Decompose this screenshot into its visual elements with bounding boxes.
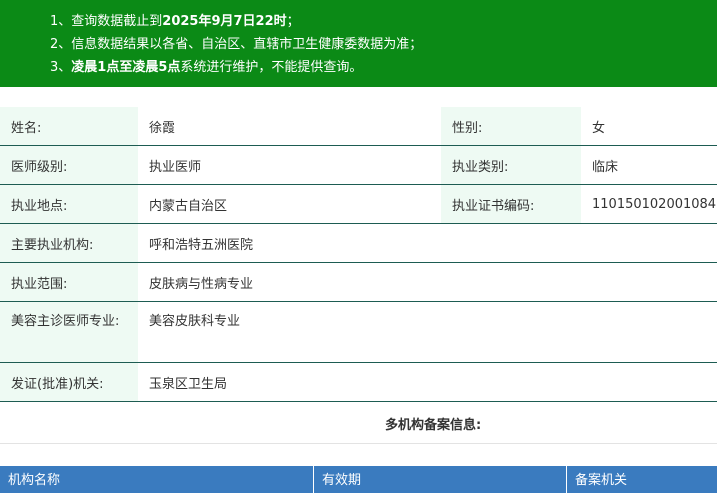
notice-line-3-time: 凌晨1点至凌晨5点	[71, 60, 181, 75]
scope-value: 皮肤病与性病专业	[138, 263, 717, 301]
notice-banner: 1、查询数据截止到2025年9月7日22时； 2、信息数据结果以各省、自治区、直…	[0, 0, 717, 87]
cert-label: 执业证书编码:	[441, 185, 581, 223]
name-label: 姓名:	[0, 107, 138, 145]
column-header-registry-authority: 备案机关	[575, 473, 628, 488]
issuer-label: 发证(批准)机关:	[0, 363, 138, 401]
notice-line-1-date: 2025年9月7日22时	[162, 14, 287, 29]
location-label: 执业地点:	[0, 185, 138, 223]
notice-line-3: 3、凌晨1点至凌晨5点系统进行维护，不能提供查询。	[50, 56, 717, 79]
row-level-category: 医师级别: 执业医师 执业类别: 临床	[0, 146, 717, 185]
category-value: 临床	[581, 146, 717, 184]
column-header-org-name: 机构名称	[0, 466, 314, 493]
notice-line-3-suffix: 系统进行维护，不能提供查询。	[180, 60, 363, 75]
doctor-info-table: 姓名: 徐霞 性别: 女 医师级别: 执业医师 执业类别: 临床 执业地点: 内…	[0, 107, 717, 402]
cosmetic-value: 美容皮肤科专业	[138, 302, 717, 362]
row-location-cert: 执业地点: 内蒙古自治区 执业证书编码: 110150102001084	[0, 185, 717, 224]
row-org: 主要执业机构: 呼和浩特五洲医院	[0, 224, 717, 263]
gender-label: 性别:	[441, 107, 581, 145]
location-value: 内蒙古自治区	[138, 185, 441, 223]
row-cosmetic: 美容主诊医师专业: 美容皮肤科专业	[0, 302, 717, 363]
category-label: 执业类别:	[441, 146, 581, 184]
scope-label: 执业范围:	[0, 263, 138, 301]
notice-line-2: 2、信息数据结果以各省、自治区、直辖市卫生健康委数据为准；	[50, 37, 423, 52]
column-header-validity: 有效期	[314, 466, 567, 493]
level-value: 执业医师	[138, 146, 441, 184]
cert-value: 110150102001084	[581, 185, 717, 223]
multi-org-title-row: 多机构备案信息:	[0, 402, 717, 444]
notice-line-1-prefix: 1、查询数据截止到	[50, 14, 163, 29]
multi-org-table-header: 机构名称 有效期 备案机关	[0, 466, 717, 493]
gender-value: 女	[581, 107, 717, 145]
cosmetic-label: 美容主诊医师专业:	[0, 302, 138, 362]
name-value: 徐霞	[138, 107, 441, 145]
level-label: 医师级别:	[0, 146, 138, 184]
issuer-value: 玉泉区卫生局	[138, 363, 717, 401]
org-label: 主要执业机构:	[0, 224, 138, 262]
row-issuer: 发证(批准)机关: 玉泉区卫生局	[0, 363, 717, 402]
row-scope: 执业范围: 皮肤病与性病专业	[0, 263, 717, 302]
org-value: 呼和浩特五洲医院	[138, 224, 717, 262]
row-name-gender: 姓名: 徐霞 性别: 女	[0, 107, 717, 146]
notice-line-1-suffix: ；	[286, 14, 300, 29]
notice-line-3-prefix: 3、	[50, 60, 72, 75]
notice-line-1: 1、查询数据截止到2025年9月7日22时；	[50, 10, 717, 33]
multi-org-title: 多机构备案信息:	[385, 418, 482, 433]
